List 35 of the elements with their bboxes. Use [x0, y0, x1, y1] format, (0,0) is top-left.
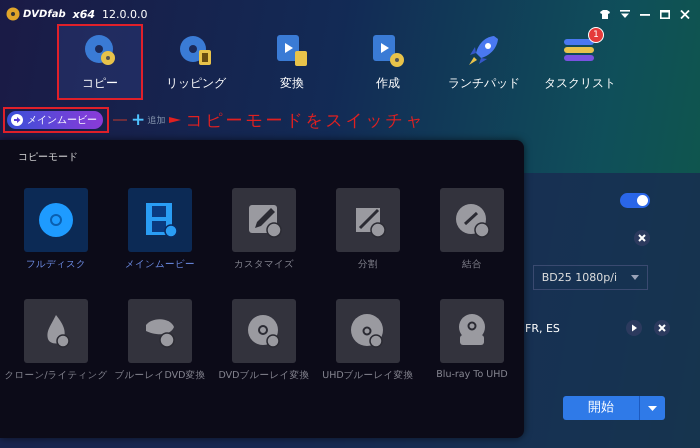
nav-tab[interactable]: リッピング	[153, 24, 239, 100]
toggle-switch[interactable]	[620, 192, 650, 208]
nav-tab[interactable]: 変換	[249, 24, 335, 100]
close-icon	[680, 10, 690, 18]
nav-tab[interactable]: 1 タスクリスト	[537, 24, 623, 100]
mode-button[interactable]: メインムービー	[7, 111, 103, 129]
caret-icon	[648, 406, 657, 410]
disc-icon	[36, 200, 76, 240]
copy-mode-option[interactable]: メインムービー	[108, 188, 212, 271]
popup-title: コピーモード	[18, 151, 79, 164]
caret-icon	[631, 274, 639, 280]
copy-mode-option[interactable]: フルディスク	[4, 188, 108, 271]
close-icon	[654, 320, 670, 336]
logo-icon	[6, 7, 20, 21]
app-logo: DVDfab	[23, 8, 66, 20]
close-icon	[634, 230, 650, 246]
profile-dropdown[interactable]: BD25 1080p/i	[532, 264, 648, 290]
film-disc-icon	[370, 32, 406, 66]
shirt-icon	[600, 10, 610, 18]
start-button[interactable]: 開始	[563, 396, 665, 420]
disc-icon	[82, 32, 118, 66]
maximize-icon	[660, 10, 670, 18]
nav-tab[interactable]: ランチパッド	[441, 24, 527, 100]
arch-label: x64	[72, 8, 96, 20]
annotation-text: コピーモードをスイッチャ	[185, 110, 426, 132]
nav-tab[interactable]: 作成	[345, 24, 431, 100]
menu-icon	[620, 10, 630, 18]
film-icon	[274, 32, 310, 66]
audio-languages: FR, ES	[525, 322, 560, 334]
arrowhead-icon	[169, 115, 182, 125]
play-icon	[626, 320, 642, 336]
arrow-circle-icon	[11, 114, 23, 126]
count-badge: 1	[588, 26, 604, 42]
nav-tab[interactable]: コピー	[57, 24, 143, 100]
version-label: 12.0.0.0	[102, 8, 148, 20]
